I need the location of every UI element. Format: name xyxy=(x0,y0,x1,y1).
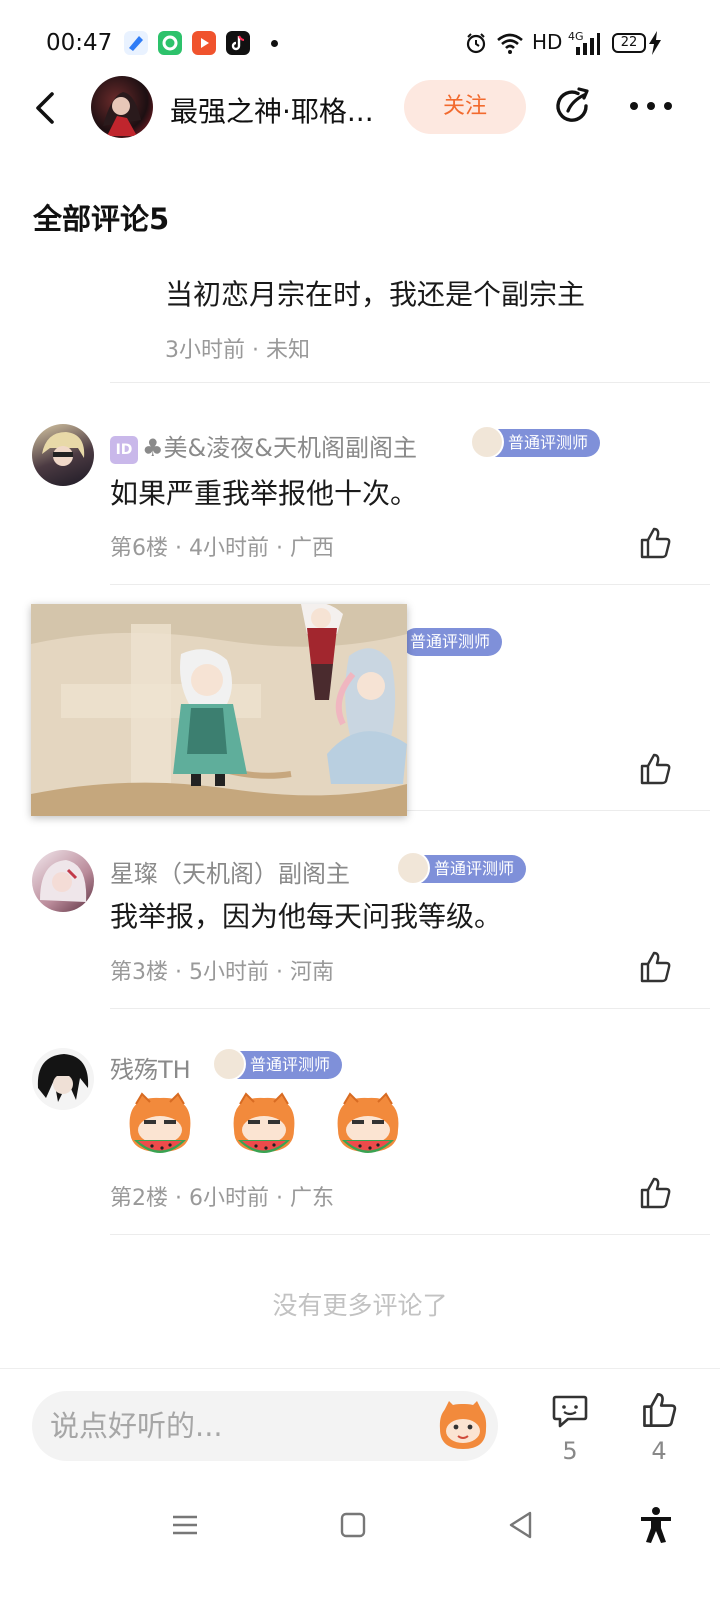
charging-icon xyxy=(648,31,662,59)
follow-button[interactable]: 关注 xyxy=(404,80,526,134)
reviewer-badge: 普通评测师 xyxy=(402,628,503,656)
divider xyxy=(110,584,710,585)
comment-text: 我举报，因为他每天问我等级。 xyxy=(110,900,503,933)
more-button[interactable] xyxy=(628,94,674,118)
reviewer-badge: 普通评测师 xyxy=(470,425,601,459)
username[interactable]: 残殇TH xyxy=(110,1050,191,1085)
reviewer-badge: 普通评测师 xyxy=(396,851,527,885)
wifi-icon xyxy=(496,31,524,59)
badge-label: 普通评测师 xyxy=(410,632,491,651)
divider xyxy=(110,1008,710,1009)
divider xyxy=(110,1234,710,1235)
comment-meta: 第2楼 · 6小时前 · 广东 xyxy=(110,1186,334,1211)
floating-video-window[interactable] xyxy=(31,604,407,816)
alarm-icon xyxy=(464,31,488,59)
accessibility-button[interactable] xyxy=(638,1506,674,1544)
comment-input[interactable] xyxy=(32,1391,498,1461)
home-nav-button[interactable] xyxy=(338,1510,368,1540)
no-more-comments-text: 没有更多评论了 xyxy=(272,1291,448,1320)
comment-count: 5 xyxy=(562,1437,578,1465)
like-icon[interactable] xyxy=(638,1176,672,1210)
badge-avatar-icon xyxy=(212,1047,246,1081)
tiktok-icon xyxy=(226,31,250,55)
like-icon[interactable] xyxy=(638,752,672,786)
network-label: HD xyxy=(532,30,563,54)
menu-nav-button[interactable] xyxy=(170,1510,200,1540)
comment-meta: 第3楼 · 5小时前 · 河南 xyxy=(110,960,334,985)
comment-icon xyxy=(552,1395,588,1428)
comment-meta: 3小时前 · 未知 xyxy=(165,338,310,363)
badge-avatar-icon xyxy=(470,425,504,459)
like-icon xyxy=(643,1393,677,1427)
emoji-button[interactable] xyxy=(434,1399,492,1453)
author-avatar[interactable] xyxy=(91,76,153,138)
share-icon xyxy=(556,87,589,122)
reviewer-badge: 普通评测师 xyxy=(212,1047,343,1081)
like-icon[interactable] xyxy=(638,950,672,984)
battery-icon: 22 xyxy=(612,33,646,53)
back-triangle-icon xyxy=(509,1511,532,1539)
watermelon-cat-sticker xyxy=(328,1090,408,1162)
system-nav-bar xyxy=(0,1490,720,1600)
badge-label: 普通评测师 xyxy=(434,859,515,878)
header: 最强之神·耶格... 关注 xyxy=(0,72,720,142)
username[interactable]: ID ♣美&淩夜&天机阁副阁主 xyxy=(110,428,417,464)
watermelon-cat-sticker xyxy=(224,1090,304,1162)
notification-dot xyxy=(271,40,278,47)
username-text: ♣美&淩夜&天机阁副阁主 xyxy=(142,434,417,462)
divider xyxy=(110,382,710,383)
id-icon: ID xyxy=(110,436,138,464)
accessibility-icon xyxy=(641,1507,671,1543)
back-icon xyxy=(36,92,54,124)
signal-icon xyxy=(572,33,600,59)
green-app-icon xyxy=(158,31,182,55)
badge-avatar-icon xyxy=(396,851,430,885)
video-app-icon xyxy=(192,31,216,55)
back-button[interactable] xyxy=(30,88,64,128)
comment-count-button[interactable] xyxy=(550,1391,590,1431)
like-button[interactable] xyxy=(640,1391,678,1429)
comment-meta: 第6楼 · 4小时前 · 广西 xyxy=(110,536,334,561)
status-time: 00:47 xyxy=(46,30,113,56)
comment-text: 如果严重我举报他十次。 xyxy=(110,477,419,510)
blue-app-icon xyxy=(124,31,148,55)
like-icon[interactable] xyxy=(638,526,672,560)
commenter-avatar[interactable] xyxy=(32,424,94,486)
comment-bar: 5 4 xyxy=(0,1368,720,1488)
commenter-avatar[interactable] xyxy=(32,1048,94,1110)
more-icon xyxy=(630,102,672,110)
share-button[interactable] xyxy=(552,86,594,128)
cat-emoji-icon xyxy=(439,1401,487,1449)
comments-section-title: 全部评论5 xyxy=(33,202,170,236)
username[interactable]: 星璨（天机阁）副阁主 xyxy=(110,854,350,889)
badge-label: 普通评测师 xyxy=(250,1055,331,1074)
author-name[interactable]: 最强之神·耶格... xyxy=(170,90,395,130)
badge-label: 普通评测师 xyxy=(508,433,589,452)
menu-icon xyxy=(173,1515,197,1535)
comment-text: 当初恋月宗在时，我还是个副宗主 xyxy=(165,278,586,311)
status-bar: 00:47 HD 4G 22 xyxy=(0,0,720,80)
like-count: 4 xyxy=(651,1437,667,1465)
commenter-avatar[interactable] xyxy=(32,850,94,912)
watermelon-cat-sticker xyxy=(120,1090,200,1162)
back-nav-button[interactable] xyxy=(506,1510,536,1540)
home-icon xyxy=(340,1512,366,1538)
